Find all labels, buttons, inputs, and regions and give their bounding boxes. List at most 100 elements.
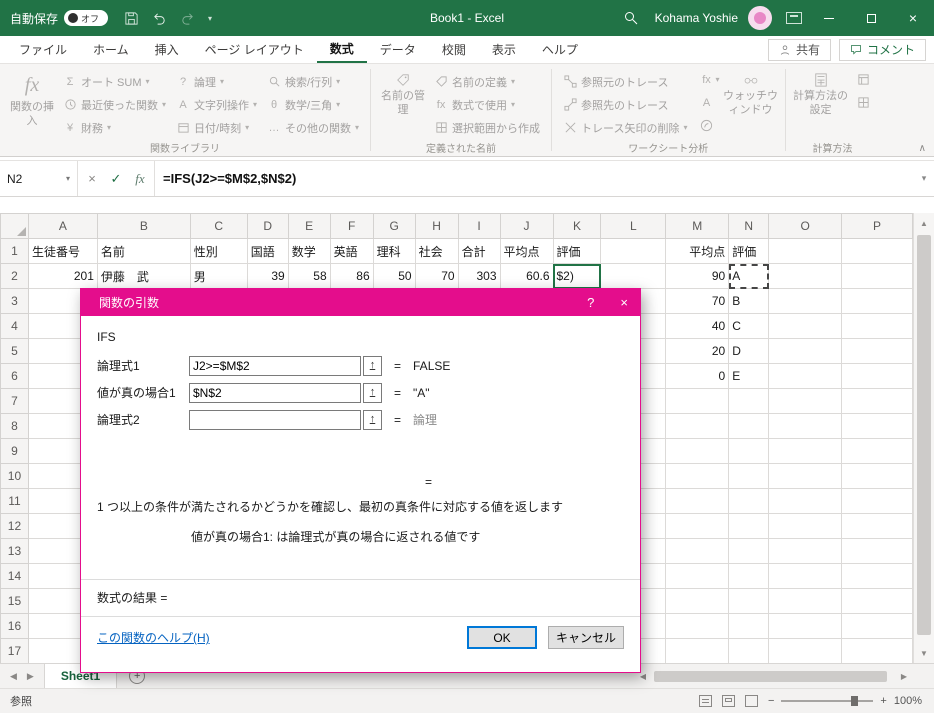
- cell-M12[interactable]: [665, 513, 730, 539]
- row-header-7[interactable]: 7: [0, 388, 29, 414]
- logical-button[interactable]: ? 論理 ▾: [171, 70, 262, 93]
- row-header-10[interactable]: 10: [0, 463, 29, 489]
- cell-O7[interactable]: [768, 388, 843, 414]
- autosave-toggle[interactable]: 自動保存 オフ: [10, 10, 109, 27]
- name-manager-button[interactable]: 名前の管理: [377, 68, 429, 118]
- cell-P7[interactable]: [841, 388, 913, 414]
- name-box-dropdown-icon[interactable]: ▾: [66, 174, 70, 183]
- cell-J2[interactable]: 60.6: [499, 263, 554, 289]
- row-header-15[interactable]: 15: [0, 588, 29, 614]
- row-header-5[interactable]: 5: [0, 338, 29, 364]
- cell-N12[interactable]: [728, 513, 770, 539]
- row-header-3[interactable]: 3: [0, 288, 29, 314]
- cell-N9[interactable]: [728, 438, 770, 464]
- cell-O13[interactable]: [768, 538, 843, 564]
- cell-P6[interactable]: [841, 363, 913, 389]
- cell-P9[interactable]: [841, 438, 913, 464]
- col-header-I[interactable]: I: [457, 213, 501, 239]
- cell-L2[interactable]: [600, 263, 667, 289]
- cell-O8[interactable]: [768, 413, 843, 439]
- cell-M6[interactable]: 0: [665, 363, 730, 389]
- cell-P13[interactable]: [841, 538, 913, 564]
- horizontal-scrollbar[interactable]: ◀ ▶: [634, 664, 934, 688]
- calculation-options-button[interactable]: 計算方法の設定: [792, 68, 850, 118]
- vertical-scrollbar[interactable]: ▲ ▼: [913, 213, 934, 663]
- user-name[interactable]: Kohama Yoshie: [655, 11, 738, 25]
- cell-F1[interactable]: 英語: [329, 238, 374, 264]
- cell-O9[interactable]: [768, 438, 843, 464]
- cell-J1[interactable]: 平均点: [499, 238, 554, 264]
- col-header-A[interactable]: A: [27, 213, 98, 239]
- lookup-reference-button[interactable]: 検索/行列 ▾: [262, 70, 364, 93]
- cell-G2[interactable]: 50: [372, 263, 416, 289]
- argument-input-logical2[interactable]: [189, 409, 361, 430]
- cell-M15[interactable]: [665, 588, 730, 614]
- col-header-E[interactable]: E: [287, 213, 331, 239]
- trace-dependents-button[interactable]: 参照先のトレース: [558, 93, 692, 116]
- cell-M13[interactable]: [665, 538, 730, 564]
- autosave-pill[interactable]: オフ: [64, 10, 109, 26]
- cell-N8[interactable]: [728, 413, 770, 439]
- cell-A2[interactable]: 201: [27, 263, 98, 289]
- cell-P8[interactable]: [841, 413, 913, 439]
- cell-O14[interactable]: [768, 563, 843, 589]
- cell-P3[interactable]: [841, 288, 913, 314]
- col-header-J[interactable]: J: [499, 213, 554, 239]
- comments-button[interactable]: コメント: [838, 38, 926, 61]
- name-box[interactable]: N2 ▾: [0, 161, 78, 196]
- zoom-slider-thumb[interactable]: [851, 696, 859, 706]
- zoom-slider[interactable]: [781, 696, 874, 706]
- dialog-title-bar[interactable]: 関数の引数 ? ×: [81, 289, 640, 316]
- cell-M11[interactable]: [665, 488, 730, 514]
- cell-M14[interactable]: [665, 563, 730, 589]
- maximize-button[interactable]: [850, 0, 892, 36]
- cell-H1[interactable]: 社会: [414, 238, 459, 264]
- cell-N14[interactable]: [728, 563, 770, 589]
- cell-M16[interactable]: [665, 613, 730, 639]
- cell-N16[interactable]: [728, 613, 770, 639]
- col-header-P[interactable]: P: [841, 213, 913, 239]
- collapse-dialog-icon[interactable]: ↑: [363, 382, 382, 403]
- page-layout-view-icon[interactable]: [721, 695, 735, 707]
- cell-P4[interactable]: [841, 313, 913, 339]
- collapse-dialog-icon[interactable]: ↑: [363, 355, 382, 376]
- tab-file[interactable]: ファイル: [6, 36, 80, 63]
- col-header-G[interactable]: G: [372, 213, 416, 239]
- cell-O5[interactable]: [768, 338, 843, 364]
- trace-precedents-button[interactable]: 参照元のトレース: [558, 70, 692, 93]
- tab-insert[interactable]: 挿入: [142, 36, 192, 63]
- cell-C1[interactable]: 性別: [189, 238, 248, 264]
- col-header-K[interactable]: K: [552, 213, 602, 239]
- cell-N15[interactable]: [728, 588, 770, 614]
- ribbon-display-options-icon[interactable]: [786, 12, 802, 24]
- cell-N11[interactable]: [728, 488, 770, 514]
- tab-help[interactable]: ヘルプ: [529, 36, 591, 63]
- cell-D1[interactable]: 国語: [246, 238, 289, 264]
- cell-N3[interactable]: B: [728, 288, 770, 314]
- calculate-sheet-button[interactable]: [854, 91, 874, 114]
- cell-O17[interactable]: [768, 638, 843, 663]
- row-header-6[interactable]: 6: [0, 363, 29, 389]
- hscroll-right-icon[interactable]: ▶: [895, 672, 913, 681]
- cell-N2[interactable]: A: [728, 263, 770, 289]
- col-header-O[interactable]: O: [768, 213, 843, 239]
- cell-M8[interactable]: [665, 413, 730, 439]
- more-functions-button[interactable]: … その他の関数 ▾: [262, 116, 364, 139]
- zoom-out-icon[interactable]: −: [768, 695, 774, 707]
- error-checking-button[interactable]: fx ▾: [697, 68, 723, 91]
- col-header-L[interactable]: L: [600, 213, 667, 239]
- cell-P2[interactable]: [841, 263, 913, 289]
- search-icon[interactable]: [623, 10, 639, 26]
- cancel-entry-icon[interactable]: ×: [80, 171, 104, 186]
- define-name-button[interactable]: 名前の定義 ▾: [429, 70, 545, 93]
- select-all-corner[interactable]: [0, 213, 29, 239]
- show-formulas-button[interactable]: A: [697, 91, 723, 114]
- cell-O2[interactable]: [768, 263, 843, 289]
- tab-data[interactable]: データ: [367, 36, 429, 63]
- col-header-H[interactable]: H: [414, 213, 459, 239]
- cell-P16[interactable]: [841, 613, 913, 639]
- cell-O4[interactable]: [768, 313, 843, 339]
- cell-N7[interactable]: [728, 388, 770, 414]
- tab-home[interactable]: ホーム: [80, 36, 142, 63]
- create-from-selection-button[interactable]: 選択範囲から作成: [429, 116, 545, 139]
